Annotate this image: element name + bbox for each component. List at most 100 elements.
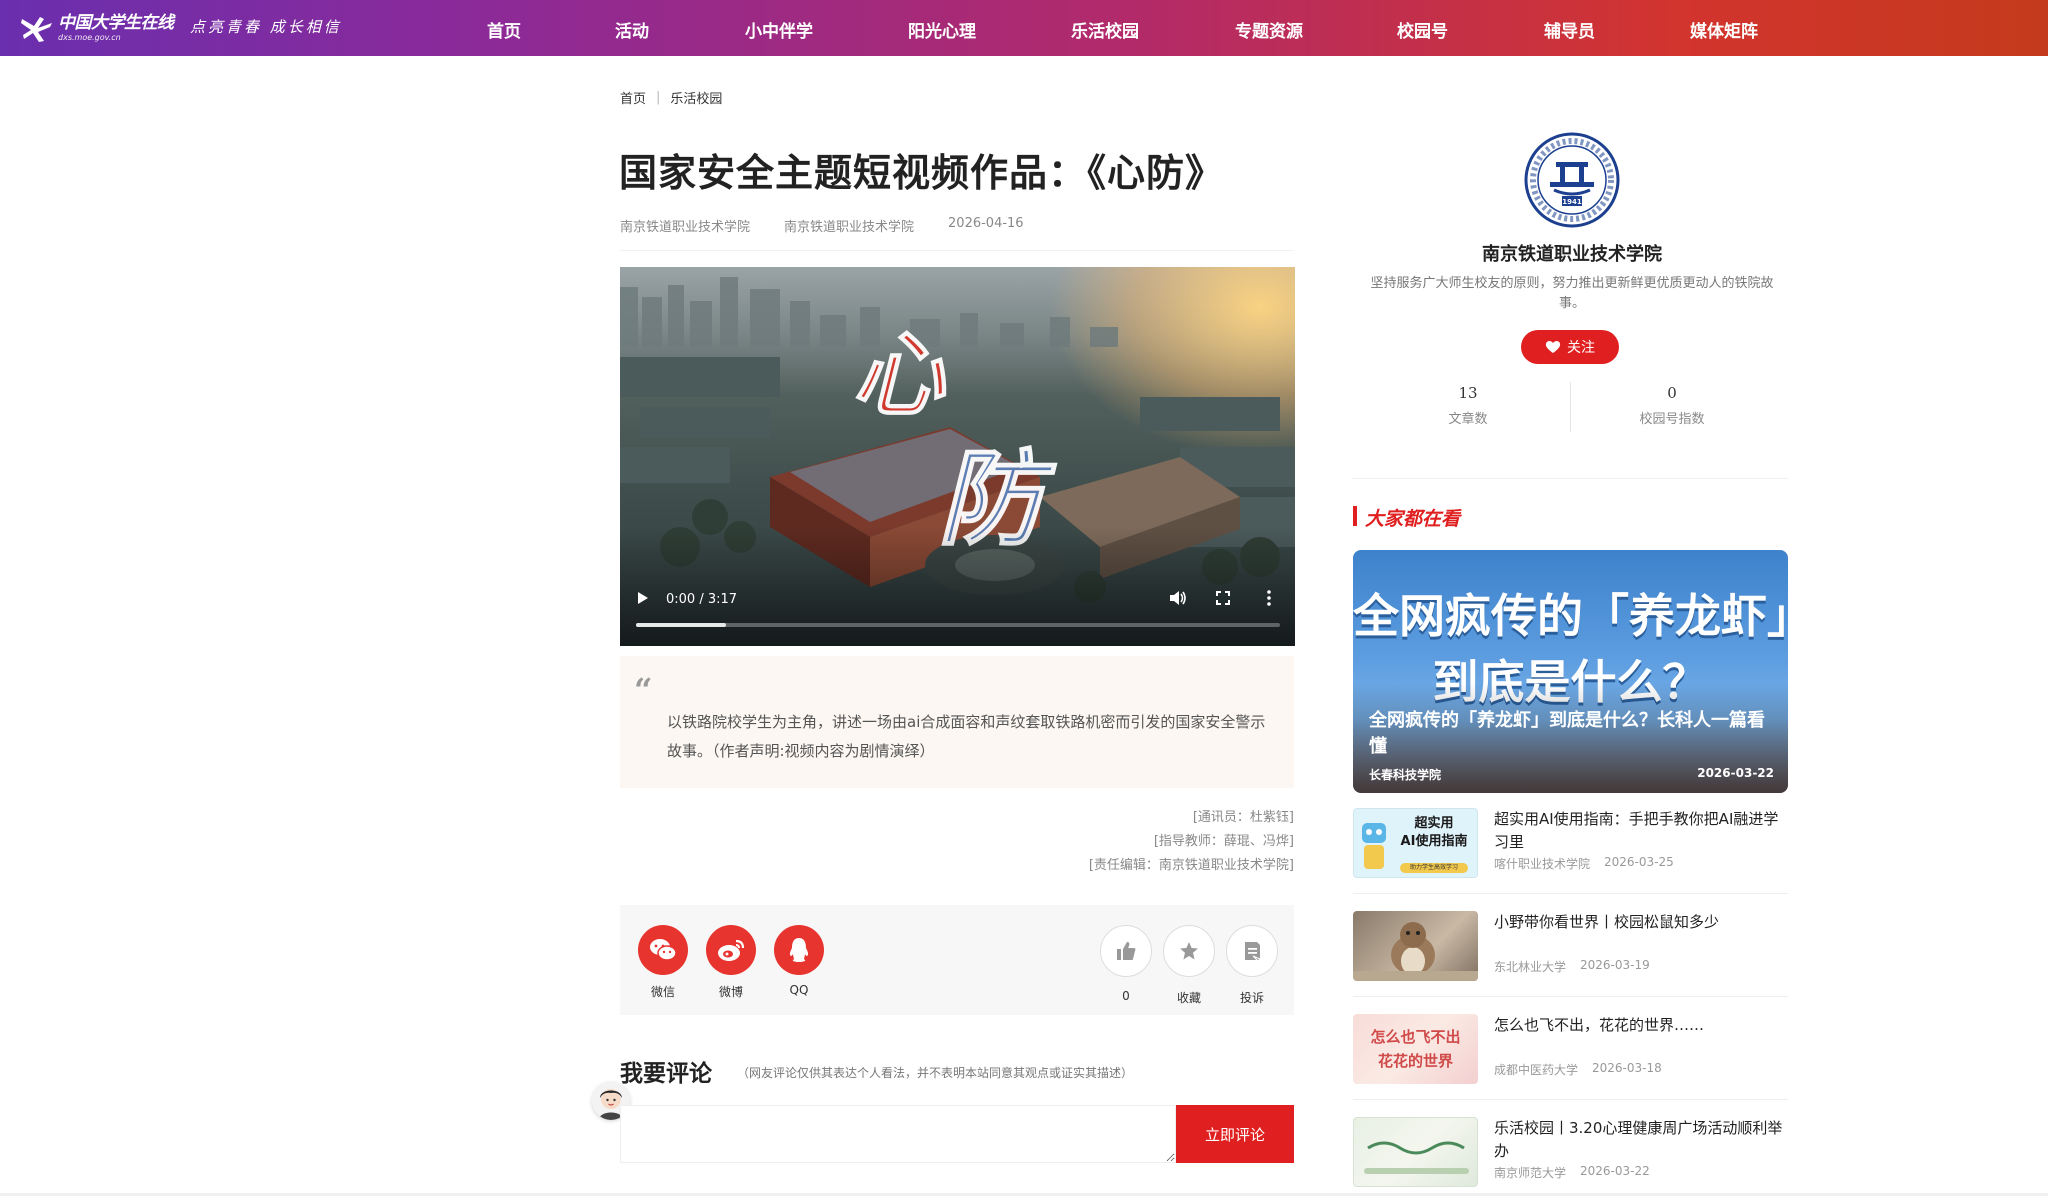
article-author: 南京铁道职业技术学院 bbox=[620, 220, 751, 235]
news-source: 南京师范大学 bbox=[1494, 1166, 1567, 1180]
school-seal-icon[interactable]: 1941 bbox=[1524, 132, 1620, 228]
site-slogan: 点亮青春 成长相信 bbox=[190, 18, 342, 36]
video-player[interactable]: 心 防 0:00 / 3:17 bbox=[620, 267, 1295, 646]
stat-index-value: 0 bbox=[1667, 384, 1677, 402]
news-meta: 南京师范大学 2026-03-22 bbox=[1494, 1164, 1650, 1181]
nav-item-campus-accounts[interactable]: 校园号 bbox=[1397, 17, 1448, 42]
video-title-char-1: 心 bbox=[852, 321, 947, 429]
meta-divider bbox=[620, 250, 1294, 251]
school-seal-year: 1941 bbox=[1562, 198, 1582, 206]
like-button[interactable]: 0 bbox=[1100, 925, 1152, 1003]
follow-label: 关注 bbox=[1567, 339, 1595, 355]
news-thumbnail-squirrel bbox=[1353, 911, 1478, 981]
nav-item-psychology[interactable]: 阳光心理 bbox=[908, 17, 976, 42]
share-wechat-button[interactable]: 微信 bbox=[638, 925, 688, 1000]
fullscreen-button[interactable] bbox=[1210, 585, 1236, 611]
stat-articles-label: 文章数 bbox=[1448, 412, 1488, 427]
article-credits: [通讯员：杜紫钰] [指导教师：薛琨、冯烨] [责任编辑：南京铁道职业技术学院] bbox=[620, 806, 1294, 878]
nav-item-activities[interactable]: 活动 bbox=[615, 17, 649, 42]
news-source: 喀什职业技术学院 bbox=[1494, 857, 1591, 871]
like-count: 0 bbox=[1122, 989, 1130, 1003]
follow-button[interactable]: 关注 bbox=[1521, 330, 1619, 364]
article-meta: 南京铁道职业技术学院 南京铁道职业技术学院 2026-04-16 bbox=[620, 216, 1024, 235]
news-thumb-tag: 助力学生高效学习 bbox=[1409, 864, 1458, 871]
volume-button[interactable] bbox=[1165, 585, 1191, 611]
nav-item-counselors[interactable]: 辅导员 bbox=[1544, 17, 1595, 42]
news-meta: 东北林业大学 2026-03-19 bbox=[1494, 958, 1650, 975]
news-source: 东北林业大学 bbox=[1494, 960, 1567, 974]
fullscreen-icon bbox=[1216, 591, 1230, 605]
stat-index-label: 校园号指数 bbox=[1639, 412, 1705, 427]
more-options-button[interactable] bbox=[1256, 585, 1282, 611]
featured-article-date: 2026-03-22 bbox=[1697, 766, 1774, 780]
share-qq-label: QQ bbox=[789, 983, 809, 997]
news-date: 2026-03-22 bbox=[1580, 1164, 1650, 1178]
site-logo[interactable]: 中国大学生在线 dxs.moe.gov.cn bbox=[20, 10, 174, 46]
nav-item-study-buddy[interactable]: 小中伴学 bbox=[745, 17, 813, 42]
news-thumbnail-psych-week bbox=[1353, 1117, 1478, 1187]
report-button[interactable]: 投诉 bbox=[1226, 925, 1278, 1006]
share-wechat-label: 微信 bbox=[650, 985, 675, 999]
breadcrumb: 首页 | 乐活校园 bbox=[620, 88, 722, 107]
list-item[interactable]: 超实用 AI使用指南 助力学生高效学习 超实用AI使用指南：手把手教你把AI融进… bbox=[1353, 808, 1788, 894]
top-navigation-bar: 中国大学生在线 dxs.moe.gov.cn 点亮青春 成长相信 首页 活动 小… bbox=[0, 0, 2048, 56]
stat-articles: 13 文章数 bbox=[1368, 384, 1568, 427]
news-title: 超实用AI使用指南：手把手教你把AI融进学习里 bbox=[1494, 810, 1779, 851]
qq-icon bbox=[774, 925, 824, 975]
news-divider bbox=[1353, 1099, 1788, 1100]
news-title: 乐活校园丨3.20心理健康周广场活动顺利举办 bbox=[1494, 1119, 1783, 1160]
video-progress-fill bbox=[636, 623, 727, 627]
favorite-label: 收藏 bbox=[1176, 991, 1201, 1005]
school-description: 坚持服务广大师生校友的原则，努力推出更新鲜更优质更动人的铁院故事。 bbox=[1370, 276, 1774, 311]
nav-item-home[interactable]: 首页 bbox=[487, 17, 521, 42]
sidebar-divider bbox=[1352, 478, 1788, 479]
breadcrumb-home[interactable]: 首页 bbox=[620, 88, 646, 107]
event-banner-icon bbox=[1364, 1141, 1469, 1174]
news-date: 2026-03-18 bbox=[1592, 1061, 1662, 1075]
report-icon bbox=[1226, 925, 1278, 977]
submit-comment-button[interactable]: 立即评论 bbox=[1176, 1105, 1294, 1163]
play-button[interactable] bbox=[630, 585, 656, 611]
quote-mark-icon: “ bbox=[634, 671, 653, 709]
logo-figure-icon bbox=[21, 17, 52, 42]
list-item[interactable]: 怎么也飞不出 花花的世界 怎么也飞不出，花花的世界…… 成都中医药大学 2026… bbox=[1353, 1014, 1788, 1100]
comment-input[interactable] bbox=[620, 1105, 1176, 1163]
share-weibo-label: 微博 bbox=[718, 985, 743, 999]
more-vertical-icon bbox=[1267, 590, 1271, 606]
favorite-button[interactable]: 收藏 bbox=[1163, 925, 1215, 1006]
news-date: 2026-03-19 bbox=[1580, 958, 1650, 972]
video-time: 0:00 / 3:17 bbox=[666, 592, 738, 607]
news-meta: 成都中医药大学 2026-03-18 bbox=[1494, 1061, 1662, 1078]
logo-subtext: dxs.moe.gov.cn bbox=[58, 32, 121, 42]
comment-section-title: 我要评论 bbox=[620, 1061, 712, 1087]
news-thumb-text-2: AI使用指南 bbox=[1400, 834, 1468, 849]
nav-item-media[interactable]: 媒体矩阵 bbox=[1690, 17, 1758, 42]
list-item[interactable]: 乐活校园丨3.20心理健康周广场活动顺利举办 南京师范大学 2026-03-22 bbox=[1353, 1117, 1788, 1196]
nav-item-resources[interactable]: 专题资源 bbox=[1235, 17, 1303, 42]
credit-correspondent: [通讯员：杜紫钰] bbox=[1192, 810, 1294, 825]
list-item[interactable]: 小野带你看世界丨校园松鼠知多少 东北林业大学 2026-03-19 bbox=[1353, 911, 1788, 997]
video-progress-bar[interactable] bbox=[636, 623, 1280, 627]
credit-editor: [责任编辑：南京铁道职业技术学院] bbox=[1088, 858, 1294, 873]
news-meta: 喀什职业技术学院 2026-03-25 bbox=[1494, 855, 1674, 872]
news-date: 2026-03-25 bbox=[1604, 855, 1674, 869]
weibo-icon bbox=[706, 925, 756, 975]
featured-article-card[interactable]: 全网疯传的「养龙虾」 到底是什么？ 全网疯传的「养龙虾」到底是什么？长科人一篇看… bbox=[1353, 550, 1788, 793]
share-bar: 微信 微博 QQ 0 收藏 投诉 bbox=[620, 905, 1294, 1015]
featured-article-title: 全网疯传的「养龙虾」到底是什么？长科人一篇看懂 bbox=[1369, 710, 1765, 757]
stat-articles-value: 13 bbox=[1458, 384, 1478, 402]
news-title: 怎么也飞不出，花花的世界…… bbox=[1494, 1016, 1705, 1034]
share-qq-button[interactable]: QQ bbox=[774, 925, 824, 997]
breadcrumb-category[interactable]: 乐活校园 bbox=[670, 88, 722, 107]
news-title: 小野带你看世界丨校园松鼠知多少 bbox=[1494, 913, 1720, 931]
news-thumbnail-flowers: 怎么也飞不出 花花的世界 bbox=[1353, 1014, 1478, 1084]
school-name[interactable]: 南京铁道职业技术学院 bbox=[1352, 240, 1792, 266]
featured-image-text-1: 全网疯传的「养龙虾」 bbox=[1353, 589, 1788, 643]
volume-icon bbox=[1170, 591, 1186, 605]
popular-section-title: 大家都在看 bbox=[1353, 504, 1460, 531]
star-icon bbox=[1163, 925, 1215, 977]
article-title: 国家安全主题短视频作品：《心防》 bbox=[619, 151, 1225, 195]
share-weibo-button[interactable]: 微博 bbox=[706, 925, 756, 1000]
news-divider bbox=[1353, 893, 1788, 894]
nav-item-campus-life[interactable]: 乐活校园 bbox=[1071, 17, 1139, 42]
